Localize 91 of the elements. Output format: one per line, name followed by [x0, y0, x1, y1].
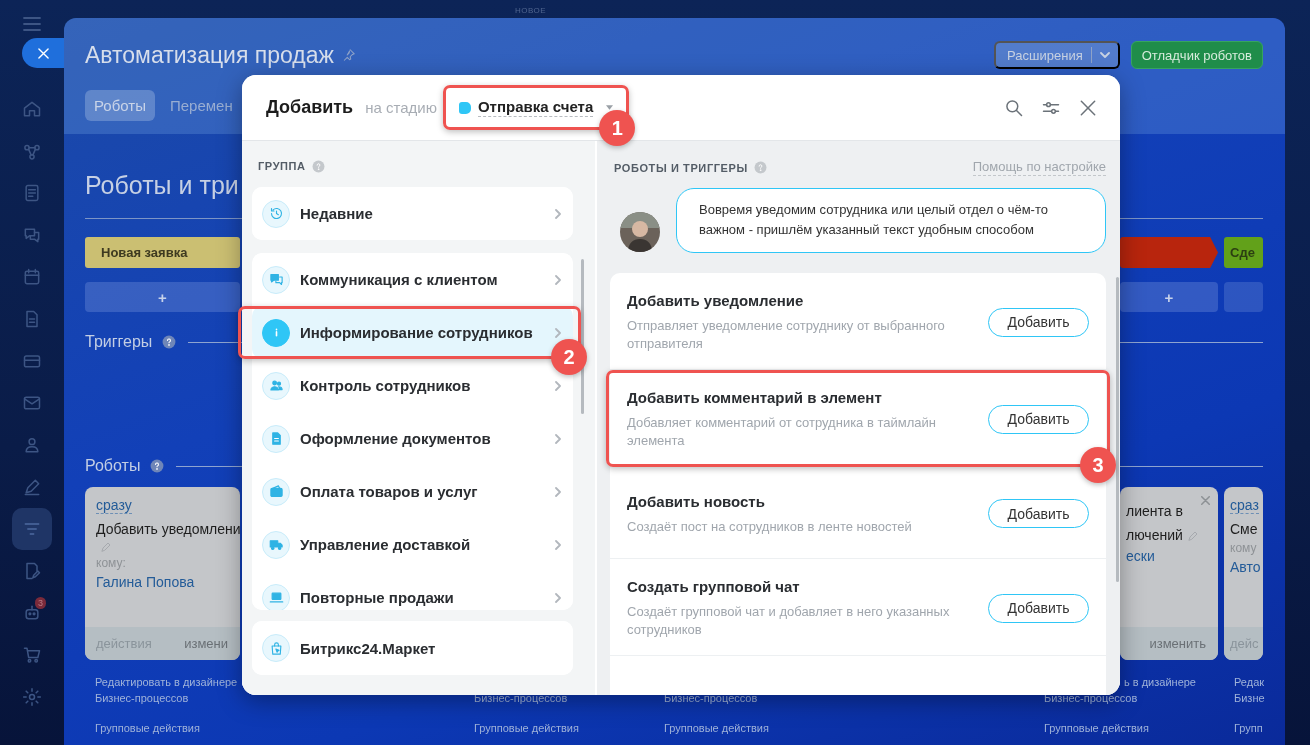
robot-description: Добавляет комментарий от сотрудника в таймлайн элемента: [627, 414, 937, 450]
stage-bar: Сде: [1224, 237, 1263, 268]
section-label: Триггеры: [85, 333, 153, 351]
add-button[interactable]: +: [85, 282, 240, 312]
hint-text: Вовремя уведомим сотрудника или целый отдел о чём-то важном - пришлём указанный текст удобным способом: [676, 188, 1106, 253]
robot-title: Создать групповой чат: [627, 577, 801, 597]
chevron-right-icon: [555, 327, 561, 338]
stage-prefix: на стадию: [365, 99, 437, 116]
people-icon: [22, 435, 42, 455]
help-icon: [753, 161, 767, 174]
robot-title: Добавить комментарий в элемент: [627, 388, 883, 408]
robot-description: Создаёт пост на сотрудников в ленте новостей: [627, 517, 913, 536]
dialog-title: Добавить: [266, 97, 354, 118]
bag-icon: [262, 634, 290, 662]
truck-icon: [262, 530, 290, 559]
group-actions-link[interactable]: Групповые действия: [474, 720, 664, 736]
group-actions-link[interactable]: Групп: [1234, 720, 1265, 736]
chat-icon: [262, 265, 290, 294]
add-button[interactable]: Добавить: [988, 593, 1089, 623]
add-button[interactable]: Добавить: [988, 499, 1089, 528]
edit-link[interactable]: изменить: [1149, 636, 1218, 651]
help-icon: [150, 459, 165, 473]
close-icon: [37, 47, 49, 59]
pencil-icon: [22, 477, 42, 497]
home-icon: [22, 99, 42, 119]
section-label: Роботы: [85, 457, 141, 475]
robot-title: Добавить уведомление: [627, 291, 805, 311]
designer-link[interactable]: Бизне: [1234, 690, 1265, 706]
help-icon: [162, 335, 177, 349]
help-icon: [311, 159, 325, 173]
delay-link[interactable]: сраз: [1230, 497, 1259, 514]
robot-title: Сме: [1230, 520, 1259, 538]
group-actions-link[interactable]: Групповые действия: [664, 720, 1044, 736]
chevron-down-icon: [1099, 50, 1110, 60]
mail-icon: [22, 393, 42, 413]
sidebar-item[interactable]: [12, 508, 52, 550]
robot-description: Создаёт групповой чат и добавляет в него указанных сотрудников: [627, 603, 951, 639]
recipient-link[interactable]: Авто: [1230, 559, 1263, 575]
document-icon: [22, 183, 42, 203]
add-button[interactable]: Добавить: [988, 307, 1089, 337]
search-icon: [1004, 97, 1024, 118]
tab[interactable]: Перемен: [160, 90, 242, 121]
robot-title: лючений: [1126, 527, 1183, 543]
cart-icon: [22, 645, 42, 665]
column-label: РОБОТЫ И ТРИГГЕРЫ: [614, 161, 748, 174]
history-icon: [262, 199, 290, 228]
calendar-icon: [22, 267, 42, 287]
stage-bar: Новая заявка: [85, 237, 240, 268]
robot-title: Добавить новость: [627, 491, 766, 512]
chevron-right-icon: [555, 539, 561, 550]
laptop-icon: [262, 583, 290, 610]
document-icon: [262, 424, 290, 453]
close-button[interactable]: [22, 38, 64, 68]
search-button[interactable]: [1004, 97, 1024, 118]
settings-icon: [22, 687, 42, 707]
sidebar-item[interactable]: 3: [12, 592, 52, 634]
wallet-icon: [262, 477, 290, 506]
chevron-right-icon: [555, 274, 561, 285]
column-label: ГРУППА: [258, 160, 306, 172]
edit-link[interactable]: измени: [184, 636, 240, 651]
add-button[interactable]: +: [1120, 282, 1218, 312]
chevron-right-icon: [555, 592, 561, 603]
chevron-right-icon: [555, 380, 561, 391]
section-label: НОВОЕ: [515, 5, 547, 17]
page-title: Автоматизация продаж: [85, 41, 334, 69]
section-heading: Роботы и три: [85, 170, 240, 200]
counter-badge: 3: [35, 597, 46, 609]
chevron-right-icon: [555, 486, 561, 497]
avatar: [620, 212, 660, 252]
recipient-link[interactable]: ески: [1126, 548, 1218, 564]
add-button[interactable]: Добавить: [988, 404, 1089, 434]
designer-link[interactable]: Бизнес-процессов: [1044, 690, 1234, 706]
chevron-right-icon: [555, 208, 561, 219]
recipient-link[interactable]: Галина Попова: [96, 574, 240, 590]
group-actions-link[interactable]: Групповые действия: [1044, 720, 1234, 736]
robot-title: Добавить уведомлени: [96, 520, 240, 538]
people-icon: [262, 371, 290, 400]
pin-icon: [341, 48, 356, 62]
extensions-button[interactable]: Расширения: [994, 41, 1120, 69]
scrollbar[interactable]: [1116, 277, 1119, 582]
menu-icon: [22, 16, 42, 32]
robot-title: лиента в: [1126, 503, 1183, 519]
chevron-right-icon: [555, 433, 561, 444]
group-actions-link[interactable]: Групповые действия: [95, 720, 474, 736]
tab[interactable]: Роботы: [85, 90, 155, 121]
debugger-button[interactable]: Отладчик роботов: [1130, 41, 1263, 69]
robot-description: Отправляет уведомление сотруднику от выбранного отправителя: [627, 317, 946, 353]
info-icon: [262, 318, 290, 347]
designer-link[interactable]: Редак: [1234, 674, 1265, 690]
chat-icon: [22, 225, 42, 245]
delay-link[interactable]: сразу: [96, 497, 132, 514]
